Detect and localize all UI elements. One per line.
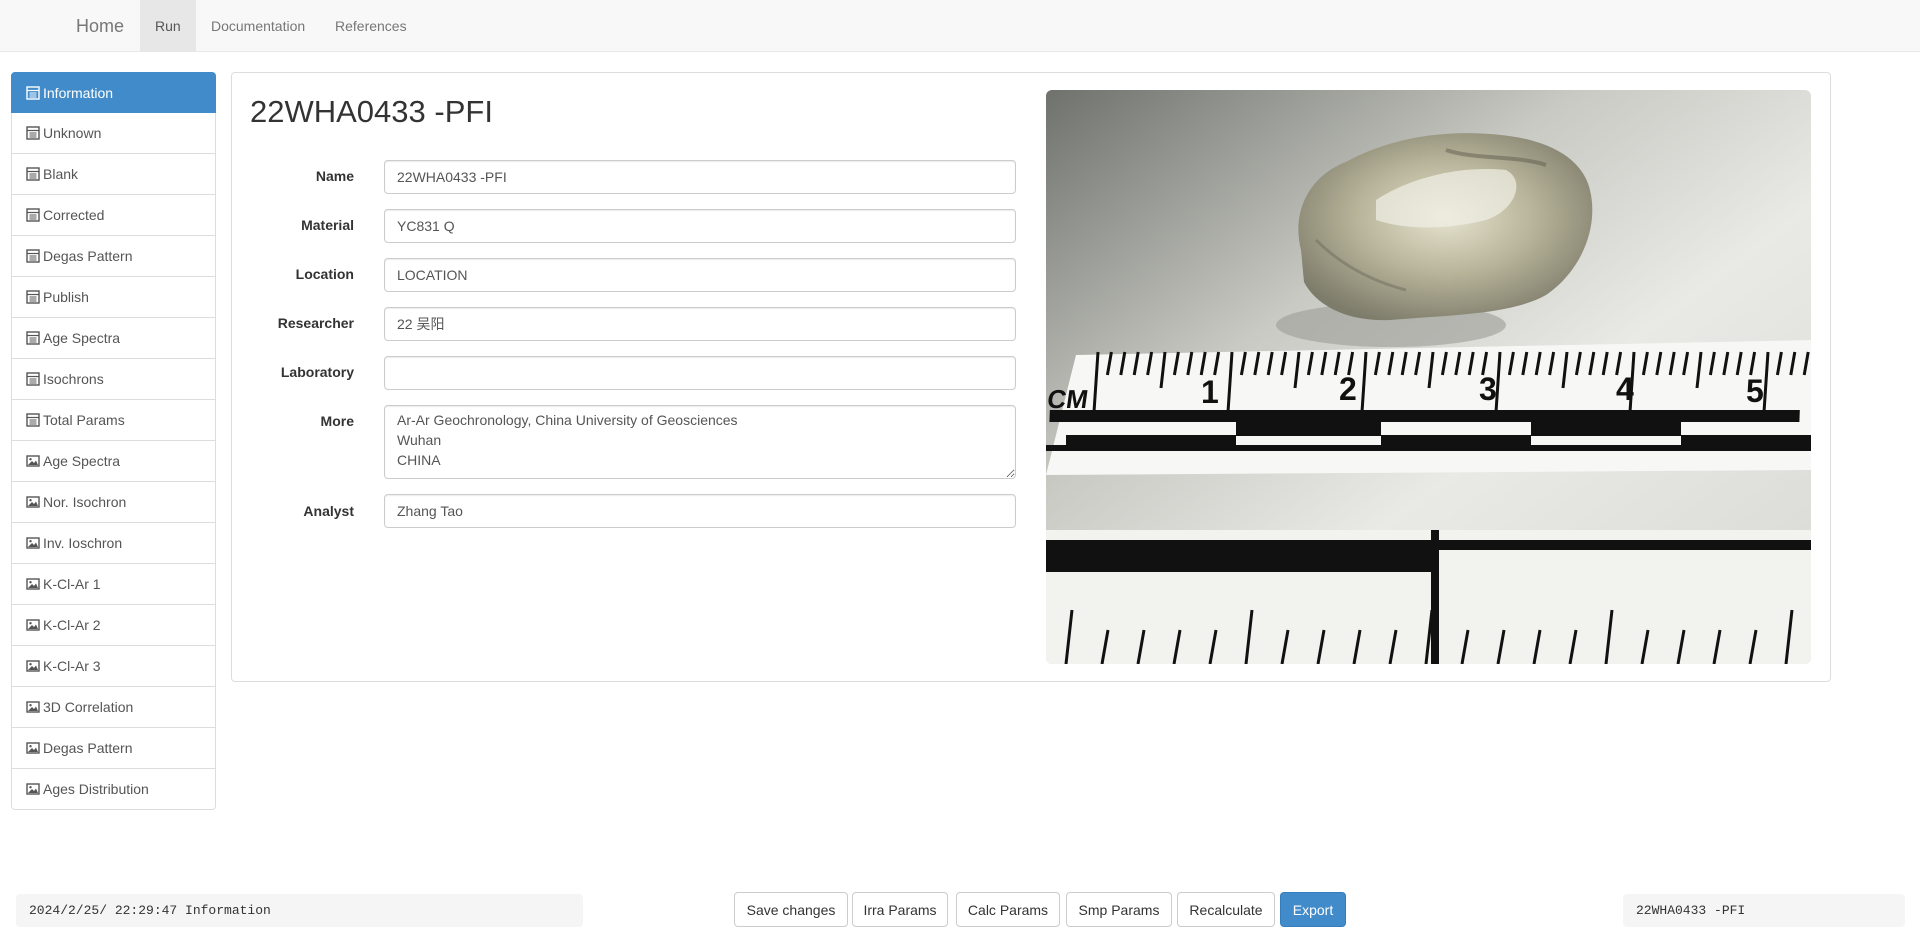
picture-icon — [26, 741, 40, 755]
sidebar-item-age-spectra[interactable]: Age Spectra — [11, 318, 216, 359]
nav-references-link[interactable]: References — [320, 0, 422, 52]
sidebar-item-degas-pattern[interactable]: Degas Pattern — [11, 236, 216, 277]
sidebar-item-label: Unknown — [43, 125, 102, 141]
table-icon — [26, 331, 40, 345]
location-label: Location — [295, 266, 354, 282]
sidebar-item-label: Isochrons — [43, 371, 104, 387]
save-changes-button[interactable]: Save changes — [734, 892, 848, 927]
table-icon — [26, 126, 40, 140]
sidebar-item-label: Ages Distribution — [43, 781, 149, 797]
sidebar-menu: Information Unknown Blank Corrected Degas Pa… — [11, 72, 216, 810]
table-icon — [26, 290, 40, 304]
irra-params-button[interactable]: Irra Params — [852, 892, 948, 927]
ruler-label-4: 4 — [1616, 371, 1634, 407]
sidebar-item-label: K-Cl-Ar 3 — [43, 658, 101, 674]
more-textarea[interactable]: Ar-Ar Geochronology, China University of… — [384, 405, 1016, 479]
ruler-label-5: 5 — [1746, 373, 1764, 409]
picture-icon — [26, 495, 40, 509]
sidebar-item-unknown[interactable]: Unknown — [11, 113, 216, 154]
nav-documentation-link[interactable]: Documentation — [196, 0, 320, 52]
sidebar-item-corrected[interactable]: Corrected — [11, 195, 216, 236]
table-icon — [26, 167, 40, 181]
table-icon — [26, 208, 40, 222]
sidebar-item-label: 3D Correlation — [43, 699, 134, 715]
sidebar-item-k-cl-ar-1[interactable]: K-Cl-Ar 1 — [11, 564, 216, 605]
analyst-label: Analyst — [303, 503, 354, 519]
analyst-field[interactable] — [384, 494, 1016, 528]
location-field[interactable] — [384, 258, 1016, 292]
table-icon — [26, 372, 40, 386]
sidebar-item-k-cl-ar-3[interactable]: K-Cl-Ar 3 — [11, 646, 216, 687]
sidebar-item-label: Degas Pattern — [43, 248, 133, 264]
picture-icon — [26, 577, 40, 591]
sidebar-item-label: Total Params — [43, 412, 125, 428]
nav-home-link[interactable]: Home — [60, 0, 140, 52]
picture-icon — [26, 700, 40, 714]
researcher-field[interactable] — [384, 307, 1016, 341]
sidebar-item-inv-ioschron[interactable]: Inv. Ioschron — [11, 523, 216, 564]
table-icon — [26, 85, 40, 100]
picture-icon — [26, 536, 40, 550]
sidebar-item-age-spectra[interactable]: Age Spectra — [11, 441, 216, 482]
sidebar-item-nor-isochron[interactable]: Nor. Isochron — [11, 482, 216, 523]
sidebar-item-degas-pattern[interactable]: Degas Pattern — [11, 728, 216, 769]
picture-icon — [26, 782, 40, 796]
current-sample-display: 22WHA0433 -PFI — [1623, 894, 1905, 927]
sidebar-item-label: Degas Pattern — [43, 740, 133, 756]
ruler-label-1: 1 — [1201, 374, 1219, 410]
sidebar-item-label: Age Spectra — [43, 453, 121, 469]
name-label: Name — [315, 168, 354, 184]
sidebar-item-label: Information — [43, 84, 114, 101]
picture-icon — [26, 454, 40, 468]
sidebar-item-k-cl-ar-2[interactable]: K-Cl-Ar 2 — [11, 605, 216, 646]
ruler-label-2: 2 — [1339, 371, 1357, 407]
material-label: Material — [301, 217, 354, 233]
export-button[interactable]: Export — [1280, 892, 1346, 927]
sidebar-item-label: K-Cl-Ar 2 — [43, 617, 101, 633]
calc-params-button[interactable]: Calc Params — [956, 892, 1060, 927]
name-field[interactable] — [384, 160, 1016, 194]
recalculate-button[interactable]: Recalculate — [1177, 892, 1275, 927]
status-log: 2024/2/25/ 22:29:47 Information — [16, 894, 583, 927]
page-title: 22WHA0433 -PFI — [250, 94, 493, 129]
table-icon — [26, 413, 40, 427]
sidebar-item-label: Blank — [43, 166, 79, 182]
material-field[interactable] — [384, 209, 1016, 243]
ruler-cm-label: CM — [1046, 384, 1090, 414]
ruler-label-3: 3 — [1479, 371, 1497, 407]
sidebar-item-label: Inv. Ioschron — [43, 535, 123, 551]
sidebar-item-3d-correlation[interactable]: 3D Correlation — [11, 687, 216, 728]
table-icon — [26, 249, 40, 263]
picture-icon — [26, 659, 40, 673]
sidebar-item-label: Age Spectra — [43, 330, 121, 346]
sidebar-item-blank[interactable]: Blank — [11, 154, 216, 195]
sidebar-item-label: K-Cl-Ar 1 — [43, 576, 101, 592]
nav-run-link[interactable]: Run — [140, 0, 196, 52]
sidebar-item-label: Nor. Isochron — [43, 494, 127, 510]
sidebar-item-label: Corrected — [43, 207, 105, 223]
more-label: More — [320, 413, 354, 429]
researcher-label: Researcher — [277, 315, 354, 331]
sidebar-item-information[interactable]: Information — [11, 72, 216, 113]
picture-icon — [26, 618, 40, 632]
laboratory-field[interactable] — [384, 356, 1016, 390]
laboratory-label: Laboratory — [280, 364, 354, 380]
sidebar-item-isochrons[interactable]: Isochrons — [11, 359, 216, 400]
sample-photo: CM 1 2 3 4 5 — [1046, 90, 1811, 664]
sidebar-item-ages-distribution[interactable]: Ages Distribution — [11, 769, 216, 810]
top-navbar: Home Run Documentation References — [0, 0, 1920, 52]
sidebar-item-total-params[interactable]: Total Params — [11, 400, 216, 441]
smp-params-button[interactable]: Smp Params — [1066, 892, 1172, 927]
sidebar-item-label: Publish — [43, 289, 89, 305]
sidebar-item-publish[interactable]: Publish — [11, 277, 216, 318]
